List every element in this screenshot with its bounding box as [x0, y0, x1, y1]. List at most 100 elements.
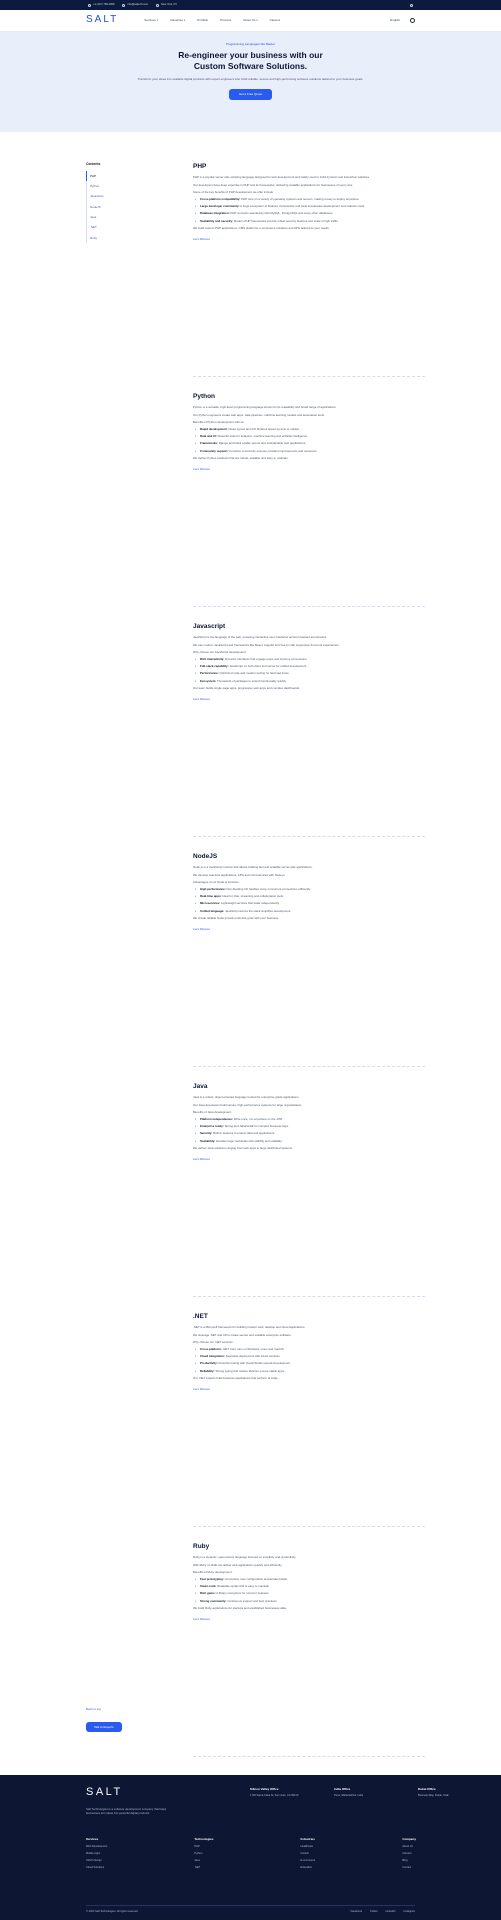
- discuss-link[interactable]: Let's Discuss: [193, 467, 210, 471]
- nav-industries[interactable]: Industries▾: [170, 18, 185, 22]
- benefit-text: Dynamic interfaces that engage users and…: [225, 657, 308, 662]
- benefit-heading: Database integration:: [200, 211, 230, 216]
- benefit-list: Rapid development: Clean syntax and rich…: [193, 427, 425, 453]
- footer-link[interactable]: Education: [301, 1866, 316, 1870]
- language-section: PHP PHP is a popular server-side scriptin…: [193, 162, 425, 377]
- benefit-heading: Clean code:: [200, 1584, 217, 1589]
- discuss-link[interactable]: Let's Discuss: [193, 1157, 210, 1161]
- benefit-item: Scalability: Handles large workloads wit…: [193, 1139, 425, 1143]
- section-paragraph: We build Ruby applications for startups …: [193, 1605, 287, 1610]
- benefit-text: Strong typing and mature libraries ensur…: [215, 1368, 285, 1373]
- language-select[interactable]: English: [390, 18, 400, 22]
- benefit-list: Cross-platform compatibility: PHP runs o…: [193, 197, 425, 223]
- office-item: Dubai Office Business Bay, Dubai, UAE: [418, 1787, 478, 1798]
- get-quote-button[interactable]: Get a Free Quote: [228, 89, 273, 100]
- benefit-item: Rich interactivity: Dynamic interfaces t…: [193, 657, 425, 661]
- footer-link[interactable]: Contact: [402, 1866, 416, 1870]
- section-paragraph: Some of the key benefits of PHP developm…: [193, 189, 274, 194]
- search-icon[interactable]: [410, 18, 415, 23]
- section-title: NodeJS: [193, 853, 218, 860]
- location-icon: [156, 3, 160, 7]
- office-name: India Office: [334, 1787, 351, 1791]
- benefit-heading: Community support:: [200, 448, 229, 453]
- section-paragraph: We deliver Java solutions ranging from w…: [193, 1145, 293, 1150]
- nav-careers[interactable]: Careers: [270, 18, 281, 22]
- benefit-text: Convention over configuration accelerate…: [224, 1577, 288, 1582]
- section-title: Ruby: [193, 1543, 210, 1550]
- footer-link[interactable]: Java: [194, 1859, 213, 1863]
- benefit-heading: Real-time apps:: [200, 894, 222, 899]
- benefit-text: Continuous support and best practices.: [227, 1598, 278, 1603]
- section-intro: PHP is a popular server-side scripting l…: [193, 175, 370, 180]
- language-section: Python Python is a versatile, high-level …: [193, 392, 425, 607]
- footer-link[interactable]: UI/UX Design: [86, 1859, 107, 1863]
- discuss-link[interactable]: Let's Discuss: [193, 1387, 210, 1391]
- office-item: India Office Pune, Maharashtra, India: [334, 1787, 394, 1798]
- footer-link[interactable]: Fintech: [301, 1852, 316, 1856]
- discuss-link[interactable]: Let's Discuss: [193, 237, 210, 241]
- benefit-heading: Fast prototyping:: [200, 1577, 224, 1582]
- footer-bottom: © 2024 Salt Technologies. All rights res…: [86, 1905, 415, 1914]
- footer-col-title: Industries: [300, 1837, 315, 1841]
- instagram-link[interactable]: Instagram: [403, 1910, 415, 1914]
- section-divider: [193, 1756, 425, 1757]
- email-contact[interactable]: info@saltech.com: [122, 3, 148, 7]
- benefit-heading: Cross-platform:: [200, 1347, 222, 1352]
- discuss-link[interactable]: Let's Discuss: [193, 697, 210, 701]
- footer-link[interactable]: Mobile Apps: [86, 1852, 107, 1856]
- nav-process[interactable]: Process: [220, 18, 231, 22]
- talk-to-experts-button[interactable]: Talk to Experts: [86, 1722, 122, 1733]
- benefit-heading: Reliability:: [200, 1368, 215, 1373]
- hero-eyebrow: Programming Languages We Master: [226, 42, 275, 46]
- toc-item-dotnet[interactable]: .NET: [86, 222, 156, 233]
- benefit-heading: Platform independence:: [200, 1117, 233, 1122]
- benefit-item: Cloud integration: Seamless deployment w…: [193, 1354, 425, 1358]
- footer-link[interactable]: About Us: [402, 1845, 416, 1849]
- footer-link[interactable]: Healthcare: [301, 1845, 316, 1849]
- nav-portfolio[interactable]: Portfolio: [197, 18, 208, 22]
- nav-about[interactable]: About Us▾: [243, 18, 258, 22]
- benefit-heading: Frameworks:: [200, 441, 218, 446]
- footer-col-title: Services: [86, 1837, 99, 1841]
- toc-item-nodejs[interactable]: NodeJS: [86, 201, 156, 213]
- toc-item-javascript[interactable]: Javascript: [86, 191, 156, 202]
- benefit-text: PHP connects seamlessly with MySQL, Post…: [230, 211, 334, 216]
- phone-contact[interactable]: +1 (347) 768-2998: [88, 3, 114, 7]
- benefit-heading: Performance:: [200, 671, 219, 676]
- toc-item-python[interactable]: Python: [86, 181, 156, 192]
- footer-link[interactable]: Cloud Solutions: [86, 1866, 107, 1870]
- benefit-text: Write once, run anywhere on the JVM.: [233, 1117, 283, 1122]
- footer-link[interactable]: E-commerce: [301, 1859, 316, 1863]
- benefit-item: Cross-platform compatibility: PHP runs o…: [193, 197, 425, 201]
- phone-text: +1 (347) 768-2998: [93, 3, 115, 7]
- section-intro: Python is a versatile, high-level progra…: [193, 405, 337, 410]
- footer-link[interactable]: .NET: [194, 1866, 213, 1870]
- facebook-link[interactable]: Facebook: [351, 1910, 362, 1914]
- linkedin-link[interactable]: LinkedIn: [386, 1910, 396, 1914]
- benefit-item: Reliability: Strong typing and mature li…: [193, 1369, 425, 1373]
- benefit-text: Ideal for chat, streaming and collaborat…: [222, 894, 284, 899]
- benefit-text: A library ecosystem for common features.: [216, 1591, 270, 1596]
- chevron-down-icon: ▾: [156, 19, 158, 23]
- footer-link[interactable]: PHP: [194, 1845, 213, 1849]
- toc-item-php[interactable]: PHP: [86, 170, 156, 182]
- discuss-link[interactable]: Let's Discuss: [193, 1617, 210, 1621]
- toc-item-ruby[interactable]: Ruby: [86, 232, 156, 244]
- benefit-text: Handles large workloads with stability a…: [216, 1138, 283, 1143]
- social-icon[interactable]: [410, 3, 413, 7]
- discuss-link[interactable]: Let's Discuss: [193, 927, 210, 931]
- footer-link[interactable]: Careers: [402, 1852, 416, 1856]
- nav-services[interactable]: Services▾: [144, 18, 158, 22]
- section-intro: Java is a robust, object-oriented langua…: [193, 1095, 300, 1100]
- footer-link[interactable]: Web Development: [86, 1845, 107, 1849]
- benefit-heading: Ecosystem:: [200, 678, 217, 683]
- section-paragraph: We build custom PHP applications, CMS pl…: [193, 225, 330, 230]
- footer-link[interactable]: Python: [194, 1852, 213, 1856]
- twitter-link[interactable]: Twitter: [370, 1910, 378, 1914]
- back-to-top-link[interactable]: Back to top: [86, 1707, 101, 1711]
- benefit-heading: Large developer community:: [200, 204, 240, 209]
- benefit-heading: Cross-platform compatibility:: [200, 197, 241, 202]
- toc-item-java[interactable]: Java: [86, 212, 156, 223]
- footer-link[interactable]: Blog: [402, 1859, 416, 1863]
- site-logo[interactable]: SALT: [86, 13, 118, 28]
